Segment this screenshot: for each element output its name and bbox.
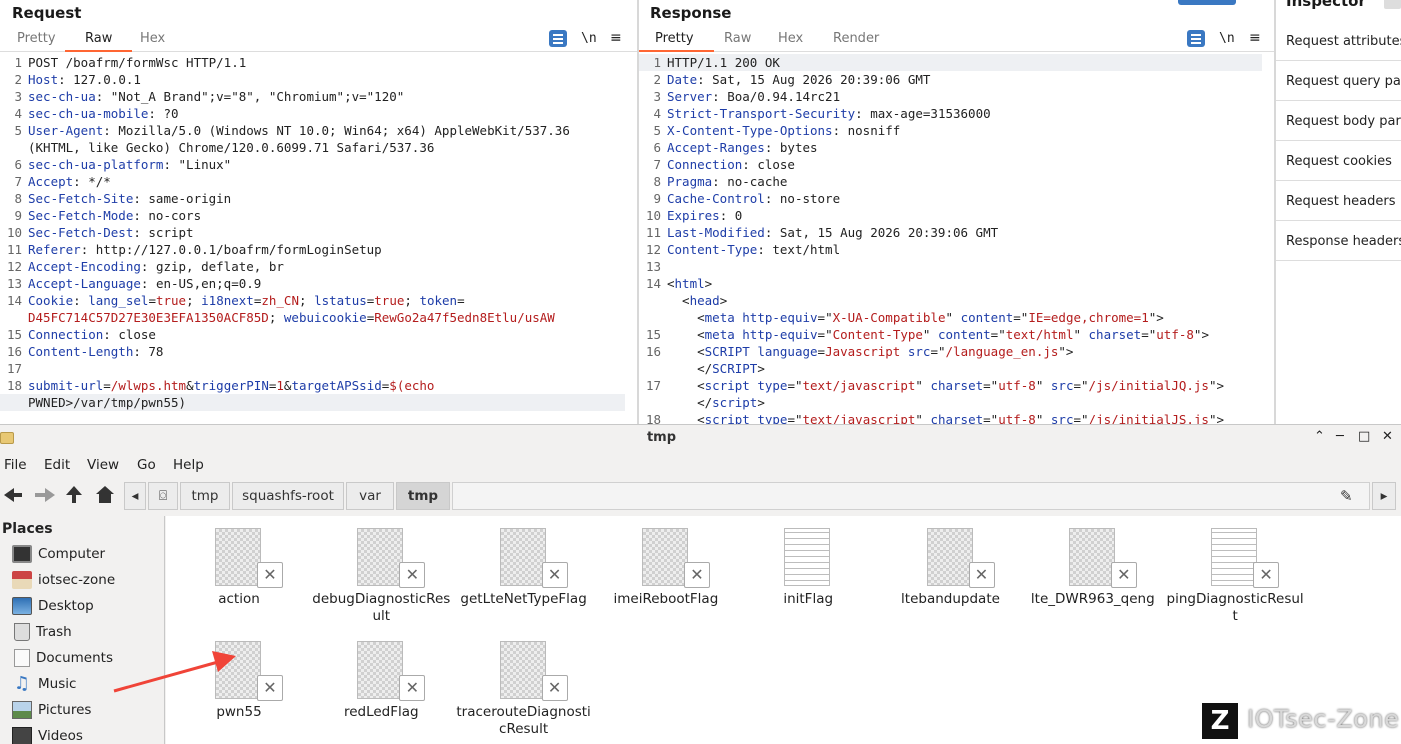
- watermark-text: IOTsec-Zone: [1247, 705, 1400, 733]
- arrow-head: [212, 651, 236, 672]
- watermark: Z IOTsec-Zone: [1202, 701, 1401, 741]
- watermark-logo: Z: [1202, 703, 1238, 739]
- annotation-arrow: [113, 651, 236, 693]
- arrow-shaft: [113, 660, 219, 693]
